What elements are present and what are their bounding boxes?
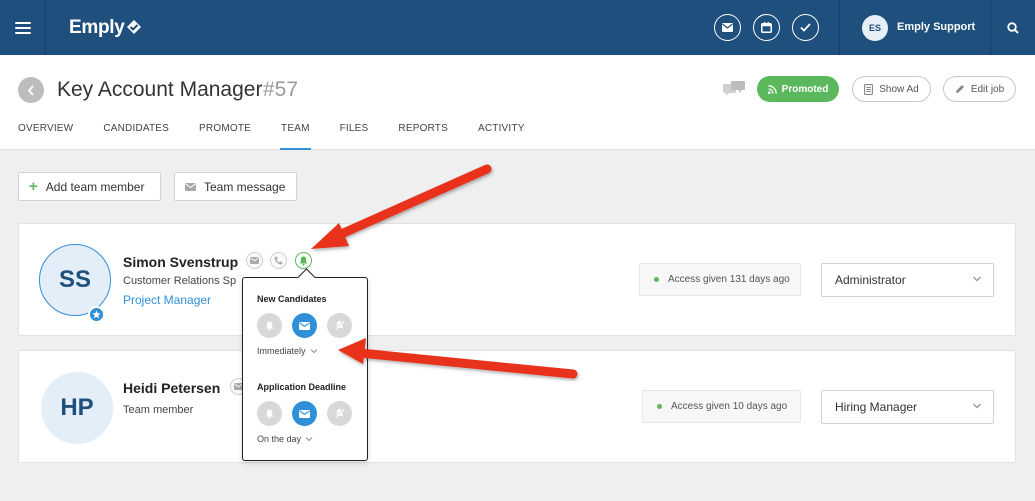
access-status: Access given 131 days ago [639,263,801,296]
calendar-button[interactable] [753,14,780,41]
frequency-dropdown[interactable]: On the day [257,434,313,444]
tab-reports[interactable]: REPORTS [398,123,448,150]
user-name[interactable]: Emply Support [897,21,975,33]
team-member-card: HP Heidi Petersen Team member Access giv… [18,350,1016,463]
tab-overview[interactable]: OVERVIEW [18,123,73,150]
chevron-down-icon [310,349,317,354]
member-title: Customer Relations Sp [123,275,237,287]
back-button[interactable] [18,77,44,103]
calendar-icon [761,22,772,33]
bell-off-icon [334,320,345,331]
mail-icon [299,321,310,330]
bell-icon [265,409,274,419]
search-icon [1006,21,1019,34]
star-badge-icon [88,306,105,323]
add-team-member-button[interactable]: + Add team member [18,172,161,201]
job-tabs: OVERVIEW CANDIDATES PROMOTE TEAM FILES R… [18,123,555,150]
show-ad-label: Show Ad [879,83,919,95]
bell-icon [265,321,274,331]
notification-settings-button[interactable] [295,252,312,269]
team-member-card: SS Simon Svenstrup Customer Relations Sp… [18,223,1016,336]
search-button[interactable] [990,0,1035,55]
avatar: HP [41,372,113,444]
show-ad-button[interactable]: Show Ad [852,76,931,102]
mail-icon [299,409,310,418]
mail-icon [185,182,196,191]
popover-section-title: New Candidates [257,294,327,304]
permission-select-value: Administrator [835,273,906,287]
avatar-initials: HP [60,394,94,421]
rss-icon [767,84,777,94]
pencil-icon [955,85,964,93]
notification-settings-popover: New Candidates Immediately Application D… [242,277,368,461]
mail-button[interactable] [714,14,741,41]
member-job-role-link[interactable]: Project Manager [123,293,211,307]
tasks-button[interactable] [792,14,819,41]
add-team-member-label: Add team member [45,179,145,194]
email-member-button[interactable] [246,252,263,269]
notify-off-option[interactable] [257,401,282,426]
top-navigation-bar: Emply ES Emply Support [0,0,1035,55]
avatar: SS [39,244,111,323]
topbar-divider [839,0,840,55]
promoted-button[interactable]: Promoted [757,76,839,102]
notify-email-option[interactable] [292,401,317,426]
tab-candidates[interactable]: CANDIDATES [103,123,169,150]
access-status-text: Access given 10 days ago [671,401,788,412]
job-number: #57 [263,78,299,101]
team-message-label: Team message [204,179,286,194]
chevron-left-icon [27,84,34,96]
comments-icon[interactable] [723,81,745,97]
notify-disabled-option[interactable] [327,313,352,338]
call-member-button[interactable] [270,252,287,269]
edit-job-label: Edit job [970,83,1005,95]
popover-section-title: Application Deadline [257,382,347,392]
hamburger-icon [14,21,31,34]
notify-disabled-option[interactable] [327,401,352,426]
menu-button[interactable] [0,0,46,55]
chevron-down-icon [973,276,981,282]
tab-activity[interactable]: ACTIVITY [478,123,525,150]
mail-icon [722,23,733,32]
user-avatar[interactable]: ES [862,15,888,41]
permission-select-value: Hiring Manager [835,400,918,414]
plus-icon: + [29,178,38,195]
permission-select[interactable]: Hiring Manager [821,390,994,424]
team-message-button[interactable]: Team message [174,172,297,201]
logo-mark-icon [127,20,141,34]
frequency-dropdown[interactable]: Immediately [257,346,318,356]
notify-off-option[interactable] [257,313,282,338]
edit-job-button[interactable]: Edit job [943,76,1016,102]
tab-team[interactable]: TEAM [280,123,311,150]
page-title: Key Account Manager [57,78,263,101]
brand-logo: Emply [69,17,125,38]
access-status-text: Access given 131 days ago [668,274,790,285]
bell-off-icon [334,408,345,419]
chevron-down-icon [305,437,313,442]
frequency-value: Immediately [257,346,306,356]
promoted-label: Promoted [781,83,829,95]
bell-icon [299,256,308,266]
check-icon [800,23,811,32]
avatar-initials: SS [58,266,91,293]
mail-icon [250,257,259,264]
status-dot [657,404,662,409]
notify-email-option[interactable] [292,313,317,338]
job-header: Key Account Manager #57 Promoted Show Ad… [0,55,1035,150]
phone-icon [274,256,283,265]
status-dot [654,277,659,282]
tab-files[interactable]: FILES [340,123,369,150]
member-name: Simon Svenstrup [123,254,239,270]
member-name: Heidi Petersen [123,380,221,396]
frequency-value: On the day [257,434,302,444]
chevron-down-icon [973,403,981,409]
tab-promote[interactable]: PROMOTE [199,123,251,150]
member-title: Team member [123,404,194,416]
document-icon [864,83,874,95]
access-status: Access given 10 days ago [642,390,801,423]
permission-select[interactable]: Administrator [821,263,994,297]
